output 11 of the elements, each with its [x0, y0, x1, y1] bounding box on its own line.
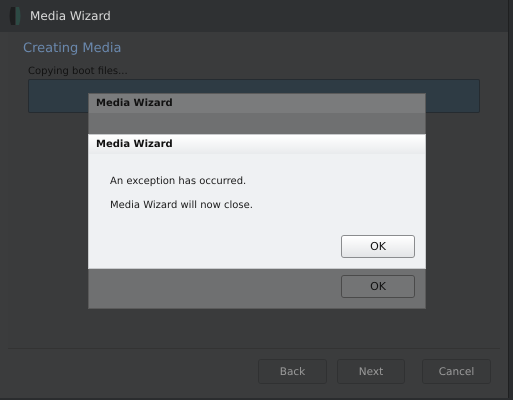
wizard-button[interactable]: Next — [337, 359, 405, 384]
wizard-button[interactable]: Back — [258, 359, 327, 384]
page-heading: Creating Media — [23, 41, 122, 56]
ok-button[interactable]: OK — [341, 235, 415, 258]
dialog-message: An exception has occurred. — [110, 176, 248, 187]
window-title: Media Wizard — [30, 9, 111, 23]
dialog-title: Media Wizard — [96, 139, 173, 150]
dialog-message: Media Wizard will now close. — [110, 200, 254, 211]
app-logo-icon — [8, 6, 22, 26]
wizard-button[interactable]: Cancel — [422, 359, 491, 384]
ok-button[interactable]: OK — [341, 275, 415, 298]
